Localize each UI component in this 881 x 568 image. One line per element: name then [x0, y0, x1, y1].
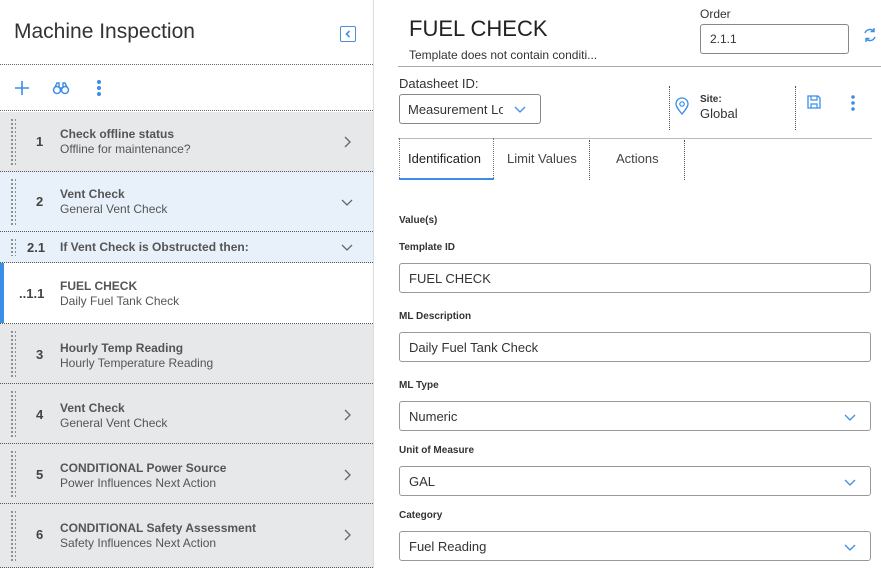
location-pin-icon [675, 97, 689, 115]
item-number: 1 [36, 134, 44, 149]
section-label: Value(s) [399, 215, 438, 226]
page-title: FUEL CHECK [409, 16, 548, 41]
field-value: GAL [409, 474, 436, 489]
category-select[interactable]: Fuel Reading [399, 531, 871, 561]
vertical-dots-icon[interactable] [89, 78, 109, 98]
item-title: Vent Check [60, 401, 125, 415]
field-value: Daily Fuel Tank Check [409, 340, 539, 355]
order-label: Order [700, 7, 731, 21]
divider [684, 140, 685, 180]
divider [589, 140, 590, 180]
tab-limit-values[interactable]: Limit Values [507, 151, 577, 166]
drag-handle-icon[interactable] [10, 238, 16, 256]
selection-indicator [0, 263, 4, 323]
item-title: If Vent Check is Obstructed then: [60, 240, 249, 254]
unit-of-measure-select[interactable]: GAL [399, 466, 871, 496]
refresh-icon[interactable] [862, 27, 878, 43]
field-value: FUEL CHECK [409, 271, 491, 286]
site-label: Site: [700, 94, 722, 105]
item-title: Check offline status [60, 127, 175, 141]
drag-handle-icon[interactable] [10, 510, 16, 561]
list-item[interactable]: 2.1 If Vent Check is Obstructed then: [0, 232, 373, 263]
item-subtitle: Offline for maintenance? [60, 142, 191, 156]
datasheet-value: Measurement Lo [408, 102, 503, 117]
item-subtitle: Safety Influences Next Action [60, 536, 217, 550]
chevron-down-icon[interactable] [340, 195, 354, 209]
plus-icon[interactable] [12, 78, 32, 98]
list-item[interactable]: 6 CONDITIONAL Safety Assessment Safety I… [0, 504, 373, 568]
vertical-dots-icon[interactable] [849, 94, 857, 112]
divider [0, 110, 373, 111]
chevron-down-icon[interactable] [340, 240, 354, 254]
item-title: Hourly Temp Reading [60, 341, 184, 355]
item-subtitle: General Vent Check [60, 202, 168, 216]
field-label: ML Description [399, 311, 472, 322]
drag-handle-icon[interactable] [10, 178, 16, 225]
list-item[interactable]: 1 Check offline status Offline for maint… [0, 112, 373, 172]
toolbar [0, 66, 373, 108]
item-title: Vent Check [60, 187, 125, 201]
site-value: Global [700, 106, 738, 121]
drag-handle-icon[interactable] [10, 450, 16, 497]
item-number: 2.1 [27, 240, 46, 255]
list-item[interactable]: 5 CONDITIONAL Power Source Power Influen… [0, 444, 373, 504]
divider [795, 86, 796, 130]
template-id-field[interactable]: FUEL CHECK [399, 263, 871, 293]
order-value: 2.1.1 [710, 32, 737, 46]
item-title: CONDITIONAL Safety Assessment [60, 521, 257, 535]
item-number: 3 [36, 347, 44, 362]
item-subtitle: General Vent Check [60, 416, 168, 430]
field-label: ML Type [399, 380, 439, 391]
item-subtitle: Hourly Temperature Reading [60, 356, 214, 370]
chevron-left-icon [345, 30, 351, 38]
collapse-panel-button[interactable] [340, 26, 356, 42]
list-item[interactable]: 3 Hourly Temp Reading Hourly Temperature… [0, 324, 373, 384]
item-number: ..1.1 [19, 286, 45, 301]
page-subtitle: Template does not contain conditi... [409, 48, 598, 62]
field-value: Numeric [409, 409, 458, 424]
chevron-down-icon [844, 479, 856, 486]
field-label: Unit of Measure [399, 445, 475, 456]
item-subtitle: Daily Fuel Tank Check [60, 294, 180, 308]
item-number: 2 [36, 194, 44, 209]
list-item-selected[interactable]: ..1.1 FUEL CHECK Daily Fuel Tank Check [0, 263, 373, 324]
save-icon[interactable] [806, 94, 822, 110]
chevron-right-icon[interactable] [340, 528, 354, 542]
item-subtitle: Power Influences Next Action [60, 476, 217, 490]
drag-handle-icon[interactable] [10, 390, 16, 437]
item-title: FUEL CHECK [60, 279, 138, 293]
datasheet-select[interactable]: Measurement Lo [399, 94, 541, 124]
active-tab-indicator [399, 178, 494, 180]
chevron-down-icon [844, 414, 856, 421]
chevron-right-icon[interactable] [340, 468, 354, 482]
chevron-right-icon[interactable] [340, 135, 354, 149]
chevron-right-icon[interactable] [340, 408, 354, 422]
field-label: Category [399, 510, 443, 521]
panel-divider [373, 0, 374, 568]
item-number: 4 [36, 407, 44, 422]
field-label: Template ID [399, 242, 455, 253]
drag-handle-icon[interactable] [10, 330, 16, 377]
chevron-down-icon [514, 106, 526, 113]
drag-handle-icon[interactable] [10, 118, 16, 165]
datasheet-label: Datasheet ID: [399, 76, 479, 91]
binoculars-icon[interactable] [51, 78, 71, 98]
field-value: Fuel Reading [409, 539, 487, 554]
item-number: 5 [36, 467, 44, 482]
left-panel: Machine Inspection 1 Check offline statu… [0, 0, 373, 568]
tab-actions[interactable]: Actions [616, 151, 659, 166]
ml-description-field[interactable]: Daily Fuel Tank Check [399, 332, 871, 362]
list-item[interactable]: 4 Vent Check General Vent Check [0, 384, 373, 444]
item-number: 6 [36, 527, 44, 542]
tab-identification[interactable]: Identification [408, 151, 481, 166]
ml-type-select[interactable]: Numeric [399, 401, 871, 431]
chevron-down-icon [844, 544, 856, 551]
item-title: CONDITIONAL Power Source [60, 461, 227, 475]
divider [398, 66, 881, 67]
divider [0, 64, 373, 65]
divider [669, 86, 670, 130]
list-item[interactable]: 2 Vent Check General Vent Check [0, 172, 373, 232]
order-field[interactable]: 2.1.1 [700, 24, 849, 54]
panel-title: Machine Inspection [14, 20, 195, 43]
